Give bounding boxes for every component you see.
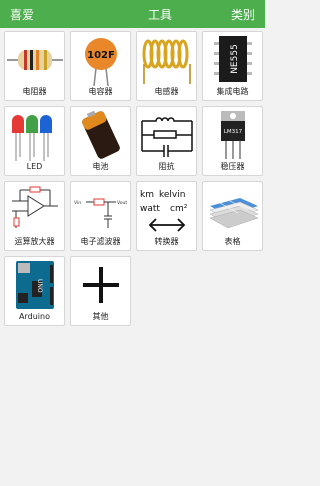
categories-tab[interactable]: 类别 bbox=[231, 6, 255, 23]
tool-label: Arduino bbox=[19, 312, 50, 321]
battery-icon bbox=[81, 110, 120, 159]
tool-label: 稳压器 bbox=[220, 162, 245, 171]
plus-icon bbox=[82, 267, 119, 303]
tool-label: 表格 bbox=[224, 237, 241, 246]
tool-label: 运算放大器 bbox=[14, 237, 55, 246]
unit-watt: watt bbox=[140, 204, 160, 214]
tool-table[interactable]: 表格 bbox=[202, 181, 263, 251]
tool-arduino[interactable]: UNO Arduino bbox=[4, 256, 65, 326]
tool-label: 电阻器 bbox=[22, 87, 47, 96]
unit-kelvin: kelvin bbox=[159, 190, 185, 200]
tool-label: LED bbox=[26, 162, 43, 171]
tool-electronic-filter[interactable]: Vin Vout 电子滤波器 bbox=[70, 181, 131, 251]
tool-label: 电容器 bbox=[88, 87, 113, 96]
tool-integrated-circuit[interactable]: NE555 集成电路 bbox=[202, 31, 263, 101]
svg-text:Vout: Vout bbox=[117, 200, 127, 206]
resistor-icon bbox=[6, 50, 63, 70]
impedance-icon bbox=[140, 117, 193, 157]
unit-cm2: cm² bbox=[170, 204, 188, 214]
board-model: UNO bbox=[36, 279, 43, 293]
tool-label: 电子滤波器 bbox=[80, 237, 121, 246]
tool-battery[interactable]: 电池 bbox=[70, 106, 131, 176]
ic-chip-icon: NE555 bbox=[213, 36, 252, 82]
tool-grid: 电阻器 102F 电容器 电感器 NE555 集成电路 LED 电池 阻抗 LM… bbox=[0, 28, 265, 326]
tool-capacitor[interactable]: 102F 电容器 bbox=[70, 31, 131, 101]
tool-op-amp[interactable]: 运算放大器 bbox=[4, 181, 65, 251]
favorites-tab[interactable]: 喜爱 bbox=[10, 6, 34, 23]
op-amp-icon bbox=[11, 186, 58, 228]
top-bar: 喜爱 工具 类别 bbox=[0, 0, 265, 28]
tool-other[interactable]: 其他 bbox=[70, 256, 131, 326]
converter-icon: km kelvin watt cm² bbox=[140, 190, 188, 232]
tool-resistor[interactable]: 电阻器 bbox=[4, 31, 65, 101]
capacitor-code: 102F bbox=[87, 50, 115, 61]
capacitor-icon: 102F bbox=[84, 38, 117, 86]
table-icon bbox=[208, 198, 259, 229]
tool-label: 其他 bbox=[92, 312, 109, 321]
chip-code: NE555 bbox=[230, 44, 240, 74]
filter-icon: Vin Vout bbox=[74, 198, 127, 228]
arduino-icon: UNO bbox=[15, 261, 54, 309]
svg-text:Vin: Vin bbox=[74, 200, 81, 206]
page-title: 工具 bbox=[147, 7, 172, 22]
tool-led[interactable]: LED bbox=[4, 106, 65, 176]
inductor-icon bbox=[142, 39, 191, 84]
tool-inductor[interactable]: 电感器 bbox=[136, 31, 197, 101]
regulator-code: LM317 bbox=[223, 129, 242, 135]
tool-label: 电池 bbox=[92, 162, 109, 171]
tool-converter[interactable]: km kelvin watt cm² 转换器 bbox=[136, 181, 197, 251]
tool-voltage-regulator[interactable]: LM317 稳压器 bbox=[202, 106, 263, 176]
unit-km: km bbox=[140, 190, 154, 200]
led-icon bbox=[11, 115, 52, 161]
tool-label: 集成电路 bbox=[216, 87, 249, 96]
tool-impedance[interactable]: 阻抗 bbox=[136, 106, 197, 176]
voltage-regulator-icon: LM317 bbox=[220, 111, 245, 159]
tool-label: 电感器 bbox=[154, 87, 179, 96]
tool-label: 转换器 bbox=[154, 237, 179, 246]
tool-label: 阻抗 bbox=[158, 162, 175, 171]
